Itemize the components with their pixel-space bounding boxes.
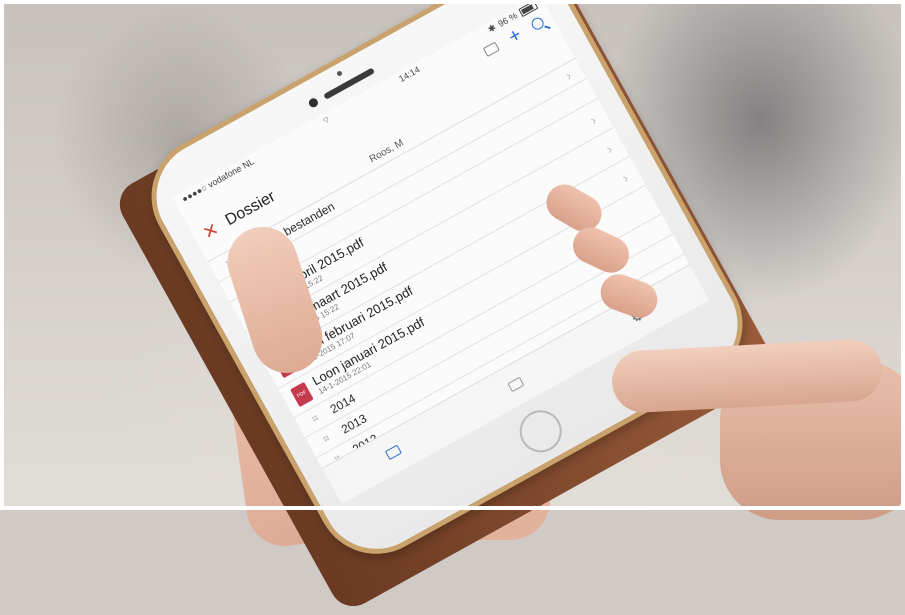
tab-overview[interactable] [507,376,525,393]
tab-documents[interactable] [384,444,402,461]
documents-tab-icon [384,444,402,461]
expand-icon: ⌗ [309,411,321,426]
book-tab-icon [507,376,525,393]
search-icon[interactable] [529,15,546,32]
chevron-right-icon: › [587,111,599,129]
chevron-right-icon: › [562,67,575,84]
add-icon[interactable]: + [505,24,526,49]
expand-icon: ⌗ [320,431,332,446]
chevron-right-icon: › [603,140,615,157]
folder-icon[interactable] [483,41,501,57]
pdf-file-icon: PDF [290,381,314,408]
chevron-right-icon: › [619,169,631,186]
